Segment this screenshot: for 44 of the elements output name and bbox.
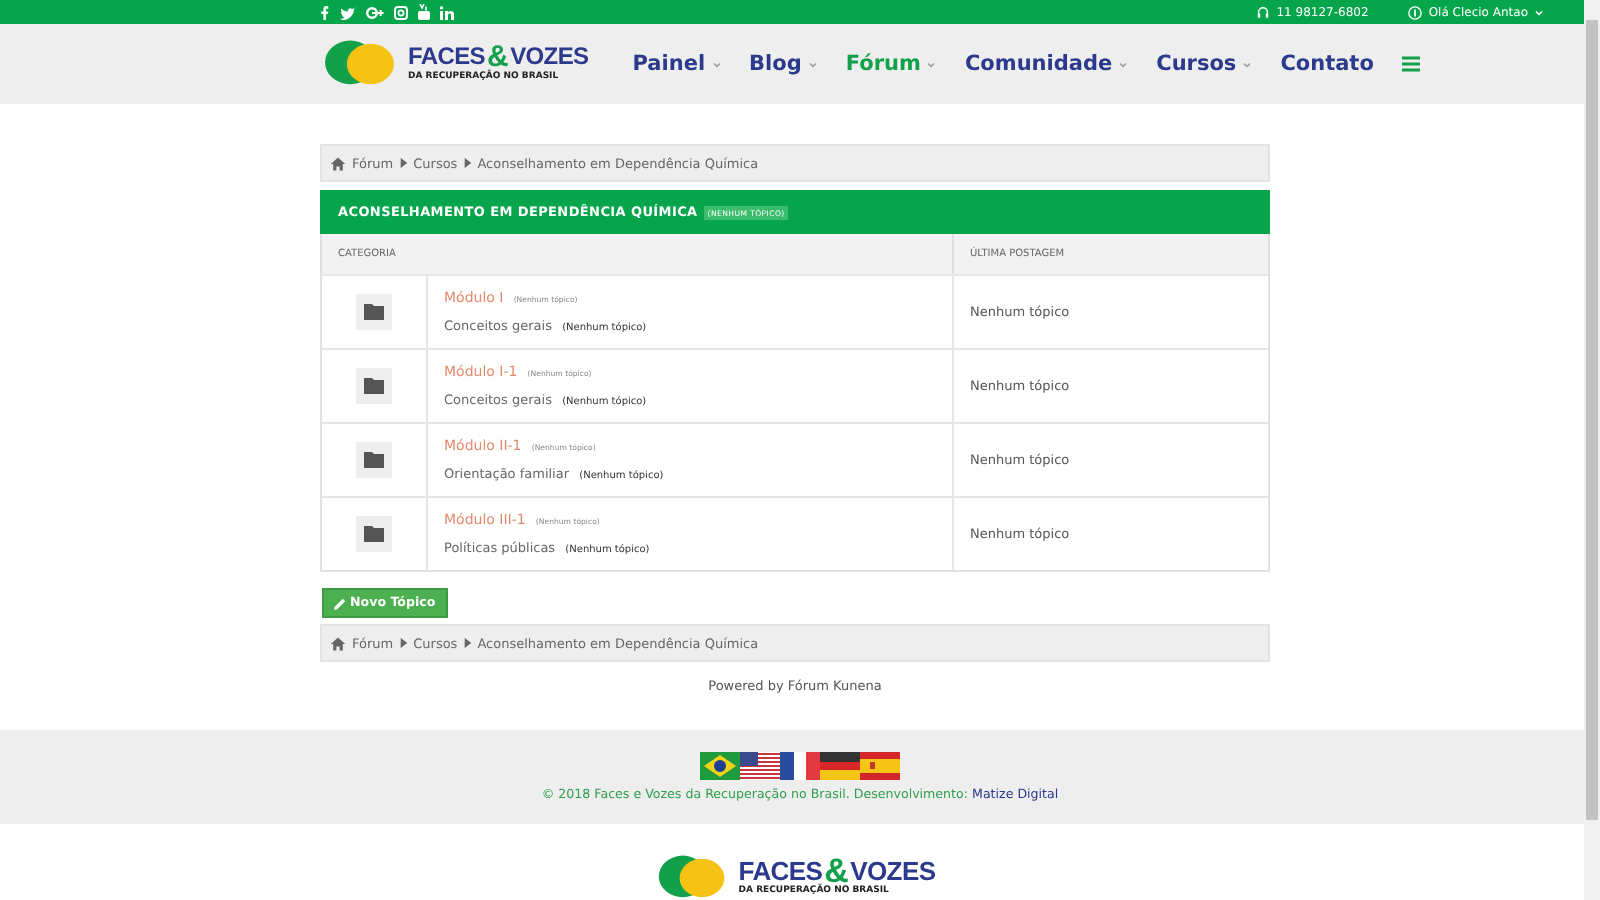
logo-ampersand: & — [824, 860, 849, 883]
twitter-icon[interactable] — [340, 5, 356, 19]
nav-link[interactable]: Comunidade — [964, 52, 1129, 76]
nav-link[interactable]: Blog — [749, 52, 818, 76]
nav-link[interactable]: Contato — [1280, 52, 1374, 76]
nav-link[interactable]: Fórum — [845, 52, 937, 76]
triangle-icon — [399, 638, 408, 648]
scrollbar[interactable] — [1584, 0, 1600, 900]
usa-flag-icon[interactable] — [740, 752, 780, 780]
caret-icon — [1534, 9, 1544, 15]
user-icon — [1408, 5, 1423, 19]
germany-flag-icon[interactable] — [820, 752, 860, 780]
caret-icon — [1118, 61, 1129, 67]
folder-icon — [356, 368, 392, 404]
pencil-icon — [334, 597, 346, 609]
phone-icon — [1256, 5, 1271, 19]
caret-icon — [1242, 61, 1253, 67]
menu-icon[interactable] — [1401, 56, 1420, 72]
folder-icon — [356, 516, 392, 552]
youtube-icon[interactable] — [418, 4, 430, 20]
france-flag-icon[interactable] — [780, 752, 820, 780]
triangle-icon — [463, 638, 472, 648]
logo-ampersand: & — [487, 46, 509, 69]
triangle-icon — [463, 158, 472, 168]
caret-icon — [807, 61, 818, 67]
google-plus-icon[interactable] — [366, 5, 384, 19]
linkedin-icon[interactable] — [440, 5, 454, 19]
folder-icon — [356, 294, 392, 330]
logo-title: FACES — [408, 46, 486, 69]
facebook-icon[interactable] — [320, 5, 330, 19]
caret-icon — [711, 61, 722, 67]
instagram-icon[interactable] — [394, 5, 408, 19]
logo-title: VOZES — [510, 46, 589, 69]
triangle-icon — [399, 158, 408, 168]
nav-link[interactable]: Painel — [632, 52, 722, 76]
home-icon[interactable] — [330, 635, 346, 651]
logo-title: FACES — [738, 860, 823, 883]
folder-icon — [356, 442, 392, 478]
nav-link[interactable]: Cursos — [1156, 52, 1253, 76]
brazil-flag-icon[interactable] — [700, 752, 740, 780]
spain-flag-icon[interactable] — [860, 752, 900, 780]
logo-title: VOZES — [850, 860, 936, 883]
home-icon[interactable] — [330, 155, 346, 171]
caret-icon — [926, 61, 937, 67]
